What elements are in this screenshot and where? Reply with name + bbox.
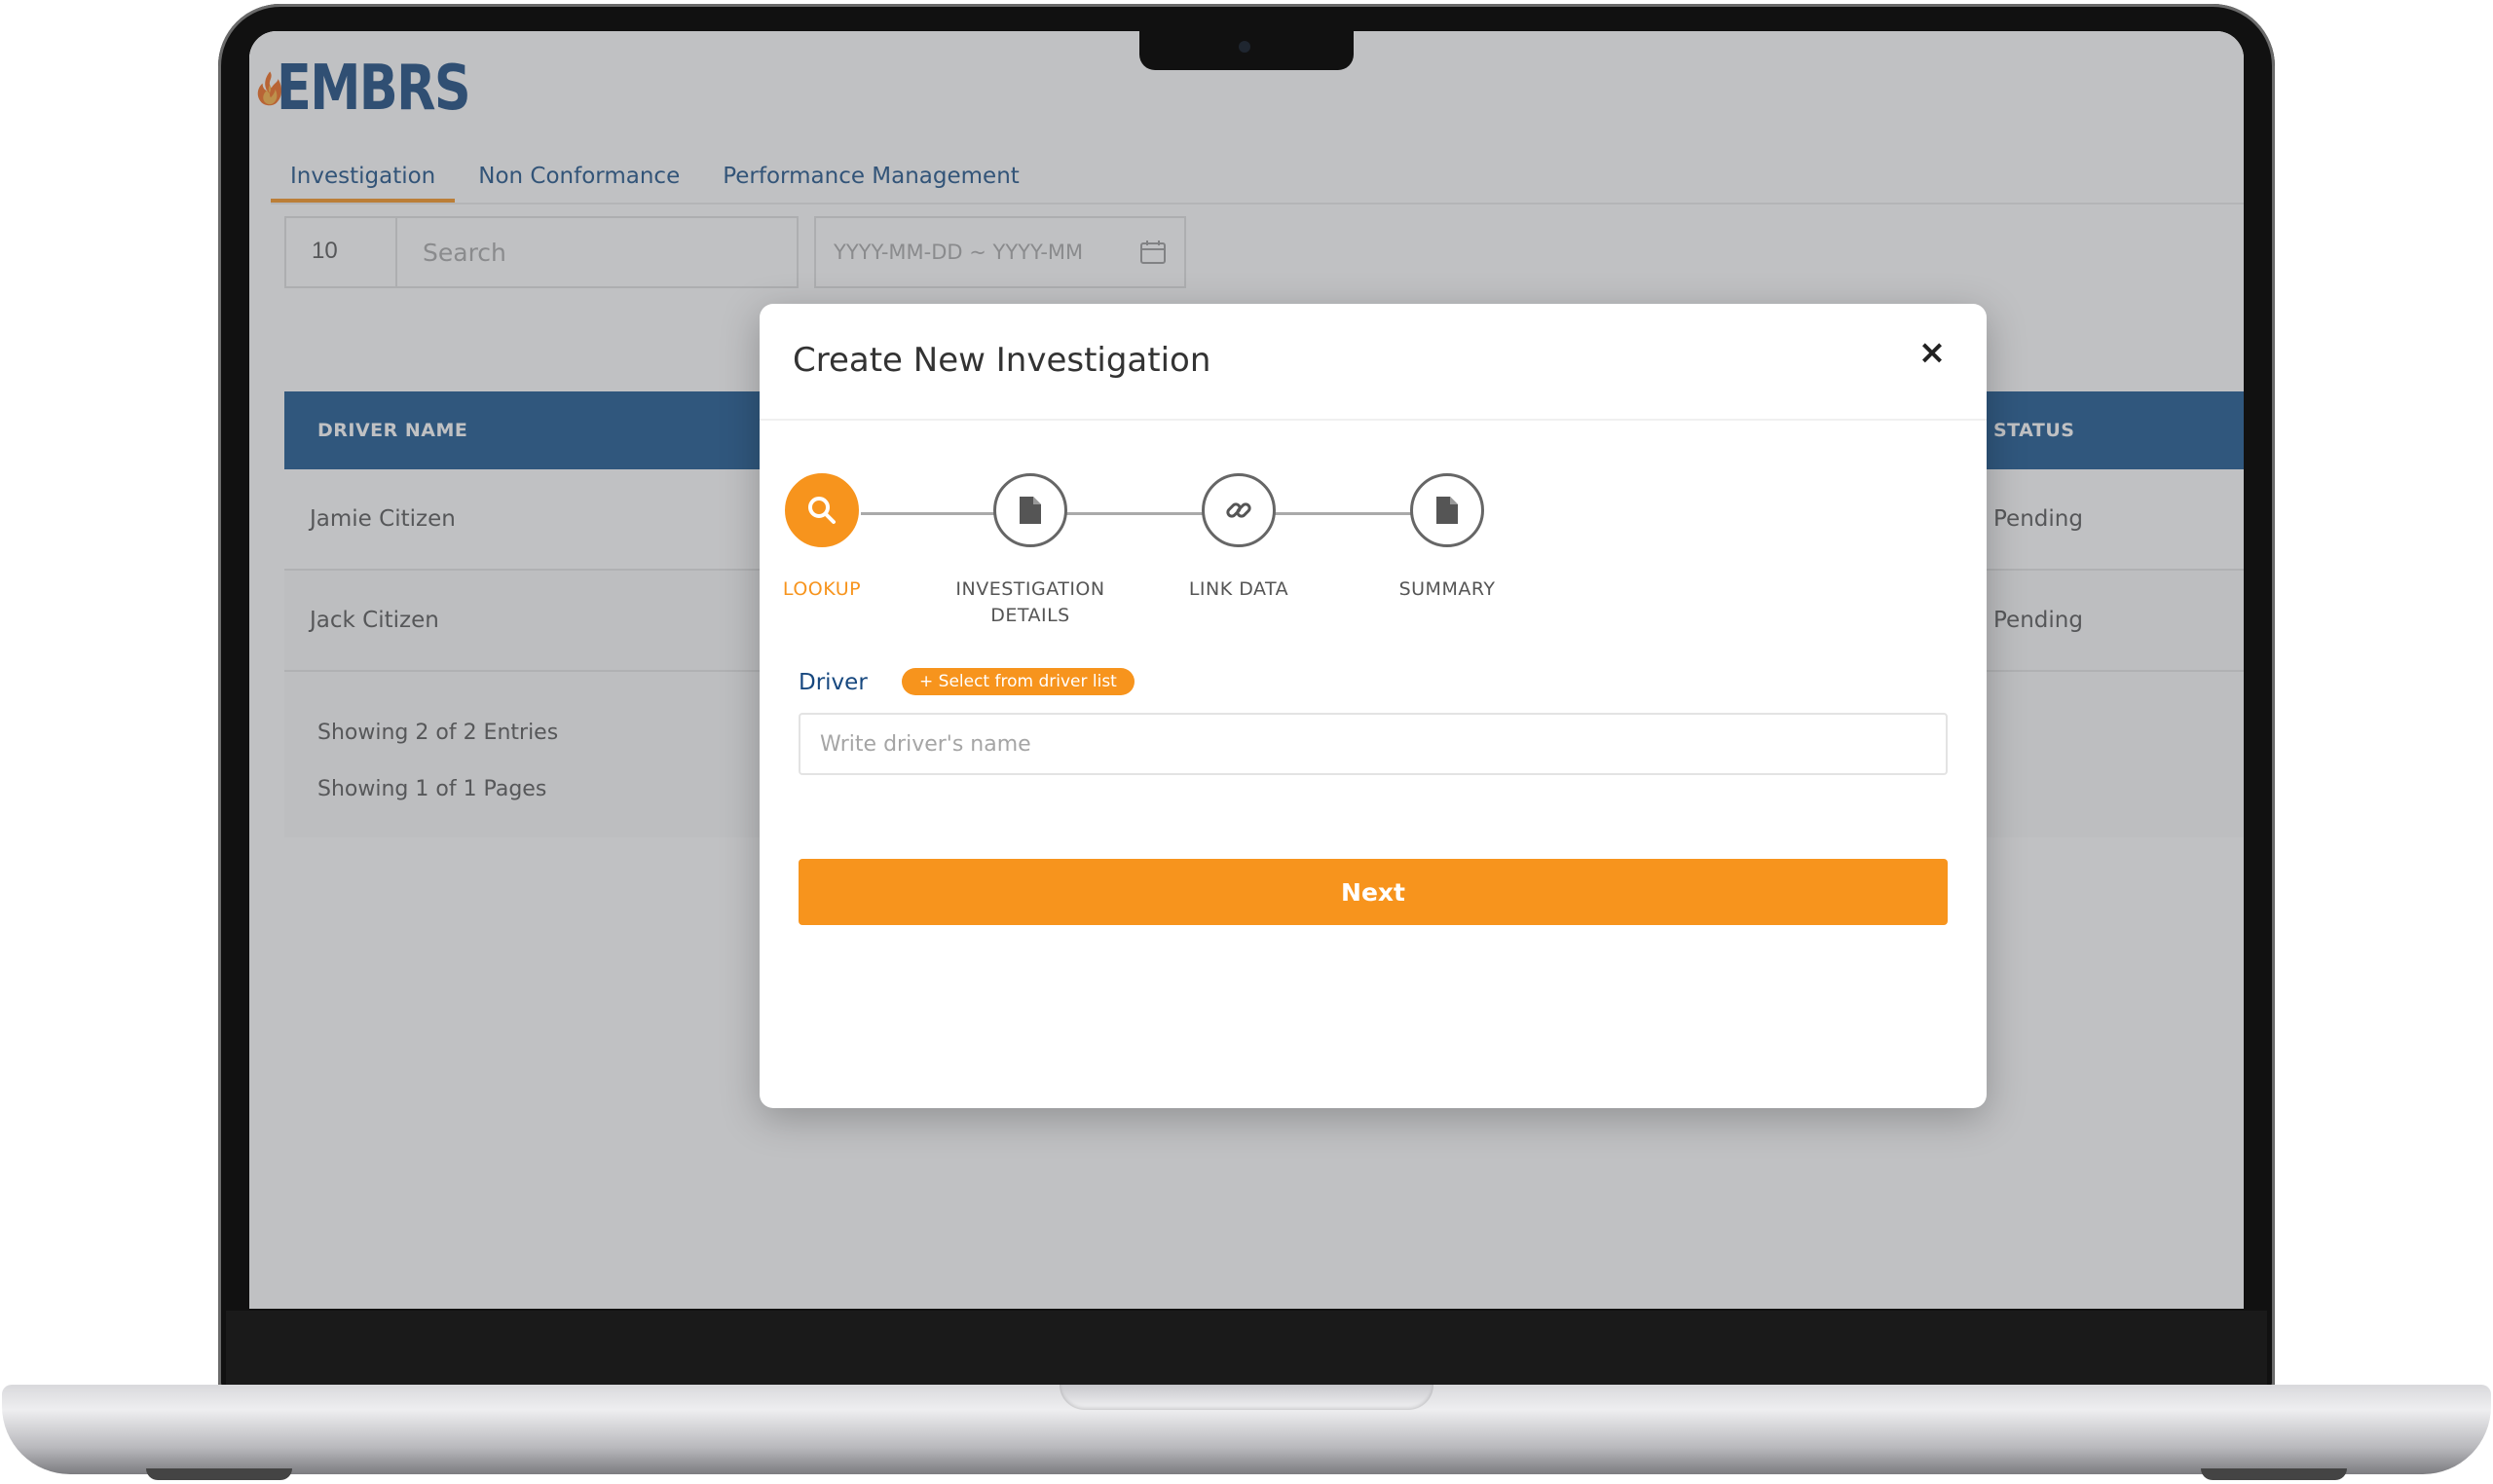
laptop-thumb-notch xyxy=(1060,1385,1433,1410)
step-circle xyxy=(1202,473,1276,547)
camera-icon xyxy=(1239,41,1250,53)
create-investigation-modal: Create New Investigation × LOOKUP INVEST… xyxy=(760,304,1987,1108)
next-button[interactable]: Next xyxy=(799,859,1948,925)
document-icon xyxy=(1436,497,1458,524)
camera-notch xyxy=(1139,29,1354,70)
progress-stepper: LOOKUP INVESTIGATION DETAILS LINK DATA S… xyxy=(760,304,1987,654)
step-circle xyxy=(785,473,859,547)
select-from-driver-list-button[interactable]: + Select from driver list xyxy=(902,668,1135,695)
driver-name-input[interactable] xyxy=(799,713,1948,775)
laptop-foot xyxy=(146,1468,292,1480)
link-icon xyxy=(1226,502,1251,518)
laptop-bezel-bottom xyxy=(226,1311,2267,1389)
document-icon xyxy=(1020,497,1041,524)
step-circle xyxy=(1410,473,1484,547)
step-summary[interactable]: SUMMARY xyxy=(1321,473,1574,603)
step-label: SUMMARY xyxy=(1398,578,1496,600)
laptop-foot xyxy=(2201,1468,2347,1480)
driver-field-label: Driver xyxy=(799,670,868,695)
step-circle xyxy=(993,473,1067,547)
screen: EMBRS Investigation Non Conformance Perf… xyxy=(249,31,2244,1309)
search-icon xyxy=(808,497,836,524)
